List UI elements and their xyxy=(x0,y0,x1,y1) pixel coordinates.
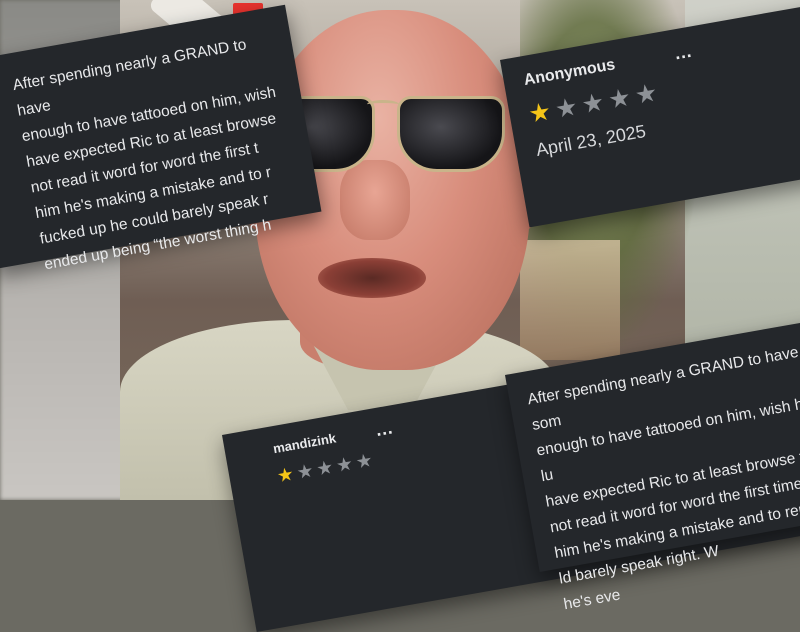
nose xyxy=(340,160,410,240)
star-icon xyxy=(296,463,313,480)
mouth xyxy=(318,258,426,298)
more-options-button[interactable]: … xyxy=(672,41,694,65)
star-icon xyxy=(316,459,333,476)
right-lens xyxy=(397,96,505,172)
star-icon xyxy=(608,87,631,110)
star-icon xyxy=(581,92,604,115)
star-icon xyxy=(635,83,658,106)
shelf xyxy=(520,240,620,360)
star-icon xyxy=(356,453,373,470)
reviewer-name: Anonymous xyxy=(522,55,617,89)
star-icon xyxy=(555,97,578,120)
star-icon xyxy=(528,101,551,124)
more-options-button[interactable]: … xyxy=(373,417,395,441)
glasses-bridge xyxy=(367,100,399,109)
star-icon xyxy=(277,466,294,483)
reviewer-name: mandizink xyxy=(271,430,338,457)
star-icon xyxy=(336,456,353,473)
review-text: After spending nearly a GRAND to have so… xyxy=(526,343,800,614)
